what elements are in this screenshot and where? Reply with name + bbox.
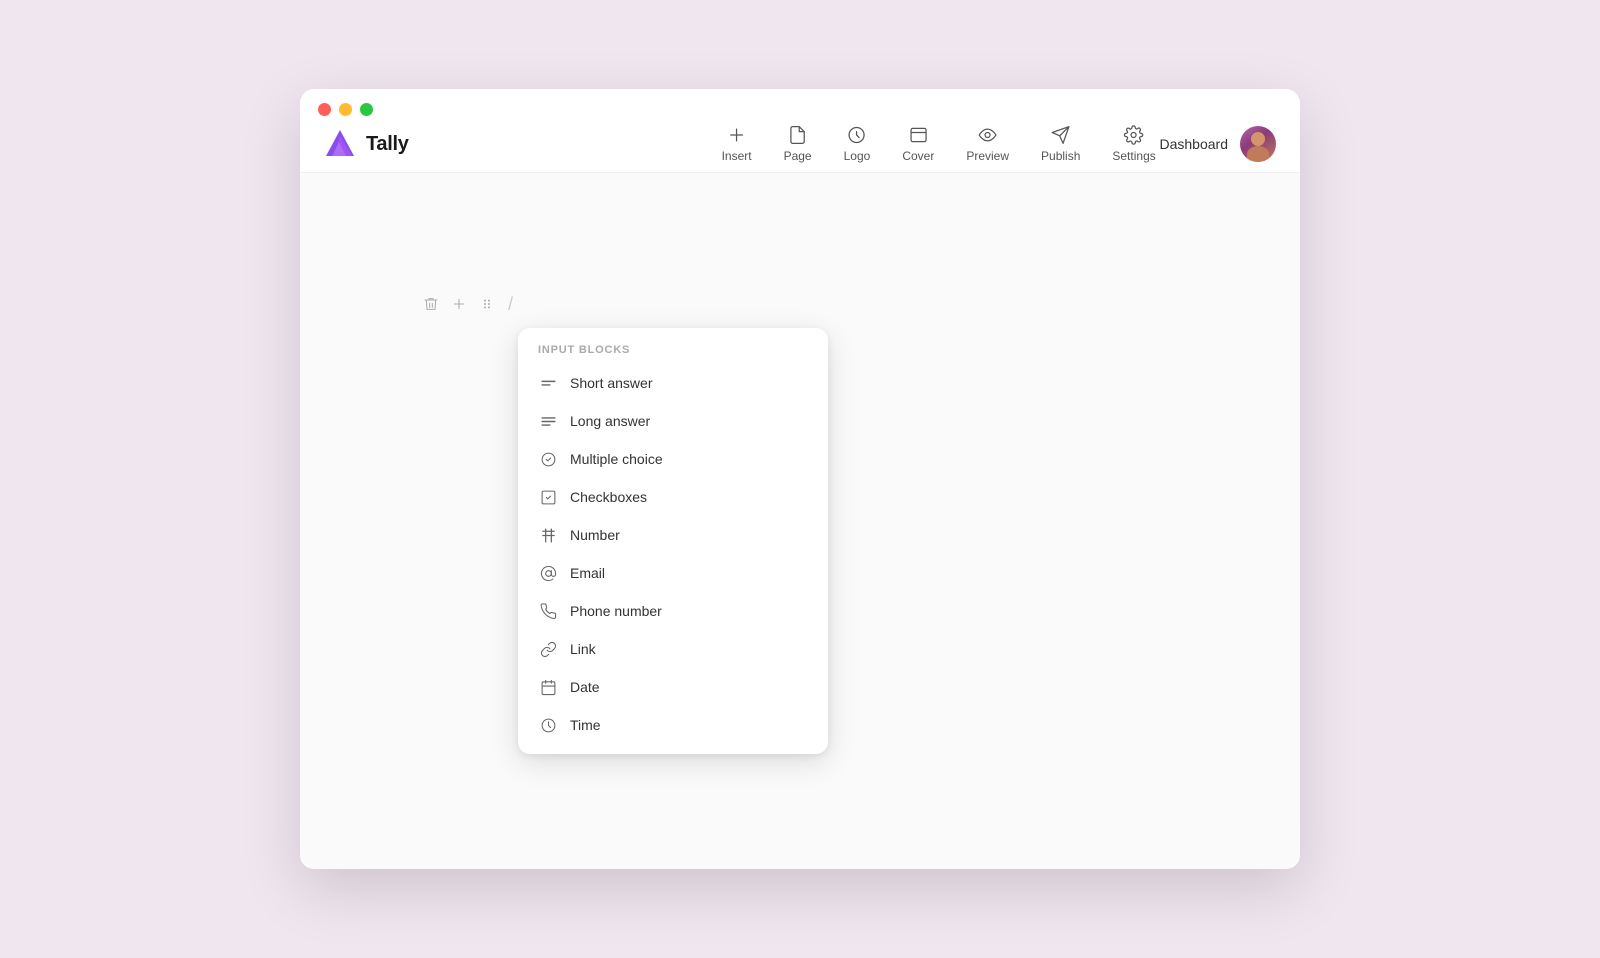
block-type-dropdown: INPUT BLOCKS Short answer bbox=[518, 328, 828, 754]
brand: Tally bbox=[324, 128, 409, 160]
cover-icon bbox=[908, 125, 928, 145]
preview-icon bbox=[978, 125, 998, 145]
block-type-number[interactable]: Number bbox=[518, 516, 828, 554]
minimize-button[interactable] bbox=[339, 103, 352, 116]
settings-icon bbox=[1124, 125, 1144, 145]
number-icon bbox=[538, 525, 558, 545]
block-type-email[interactable]: Email bbox=[518, 554, 828, 592]
close-button[interactable] bbox=[318, 103, 331, 116]
publish-label: Publish bbox=[1041, 149, 1080, 163]
block-slash-indicator: / bbox=[508, 294, 513, 315]
block-type-long-answer[interactable]: Long answer bbox=[518, 402, 828, 440]
time-label: Time bbox=[570, 717, 601, 733]
toolbar-right: Dashboard bbox=[1160, 126, 1277, 162]
block-controls: / bbox=[420, 293, 513, 315]
logo-label: Logo bbox=[844, 149, 871, 163]
preview-button[interactable]: Preview bbox=[952, 117, 1023, 171]
block-type-short-answer[interactable]: Short answer bbox=[518, 364, 828, 402]
page-label: Page bbox=[784, 149, 812, 163]
number-label: Number bbox=[570, 527, 620, 543]
tally-logo-icon bbox=[324, 128, 356, 160]
insert-icon bbox=[727, 125, 747, 145]
publish-button[interactable]: Publish bbox=[1027, 117, 1094, 171]
page-button[interactable]: Page bbox=[770, 117, 826, 171]
date-label: Date bbox=[570, 679, 600, 695]
short-answer-label: Short answer bbox=[570, 375, 652, 391]
long-answer-icon bbox=[538, 411, 558, 431]
block-type-checkboxes[interactable]: Checkboxes bbox=[518, 478, 828, 516]
publish-icon bbox=[1051, 125, 1071, 145]
logo-button[interactable]: Logo bbox=[830, 117, 885, 171]
date-icon bbox=[538, 677, 558, 697]
long-answer-label: Long answer bbox=[570, 413, 650, 429]
email-icon bbox=[538, 563, 558, 583]
multiple-choice-label: Multiple choice bbox=[570, 451, 663, 467]
block-type-phone-number[interactable]: Phone number bbox=[518, 592, 828, 630]
dashboard-link[interactable]: Dashboard bbox=[1160, 136, 1229, 152]
main-content: / INPUT BLOCKS Short answer bbox=[300, 173, 1300, 869]
link-icon bbox=[538, 639, 558, 659]
settings-button[interactable]: Settings bbox=[1098, 117, 1169, 171]
block-type-time[interactable]: Time bbox=[518, 706, 828, 744]
insert-button[interactable]: Insert bbox=[708, 117, 766, 171]
block-type-link[interactable]: Link bbox=[518, 630, 828, 668]
app-window: Tally Insert Page bbox=[300, 89, 1300, 869]
preview-label: Preview bbox=[966, 149, 1009, 163]
brand-name: Tally bbox=[366, 133, 409, 156]
traffic-lights bbox=[318, 103, 373, 116]
email-label: Email bbox=[570, 565, 605, 581]
checkboxes-label: Checkboxes bbox=[570, 489, 647, 505]
insert-label: Insert bbox=[722, 149, 752, 163]
delete-block-button[interactable] bbox=[420, 293, 442, 315]
drag-block-handle[interactable] bbox=[476, 293, 498, 315]
toolbar: Tally Insert Page bbox=[300, 116, 1300, 173]
page-icon bbox=[788, 125, 808, 145]
block-type-multiple-choice[interactable]: Multiple choice bbox=[518, 440, 828, 478]
avatar[interactable] bbox=[1240, 126, 1276, 162]
short-answer-icon bbox=[538, 373, 558, 393]
block-type-date[interactable]: Date bbox=[518, 668, 828, 706]
cover-button[interactable]: Cover bbox=[888, 117, 948, 171]
time-icon bbox=[538, 715, 558, 735]
logo-toolbar-icon bbox=[847, 125, 867, 145]
multiple-choice-icon bbox=[538, 449, 558, 469]
phone-icon bbox=[538, 601, 558, 621]
phone-number-label: Phone number bbox=[570, 603, 662, 619]
maximize-button[interactable] bbox=[360, 103, 373, 116]
link-label: Link bbox=[570, 641, 596, 657]
settings-label: Settings bbox=[1112, 149, 1155, 163]
checkboxes-icon bbox=[538, 487, 558, 507]
add-block-button[interactable] bbox=[448, 293, 470, 315]
titlebar bbox=[300, 89, 1300, 116]
dropdown-section-title: INPUT BLOCKS bbox=[518, 344, 828, 364]
toolbar-center: Insert Page Logo bbox=[708, 117, 1170, 171]
cover-label: Cover bbox=[902, 149, 934, 163]
